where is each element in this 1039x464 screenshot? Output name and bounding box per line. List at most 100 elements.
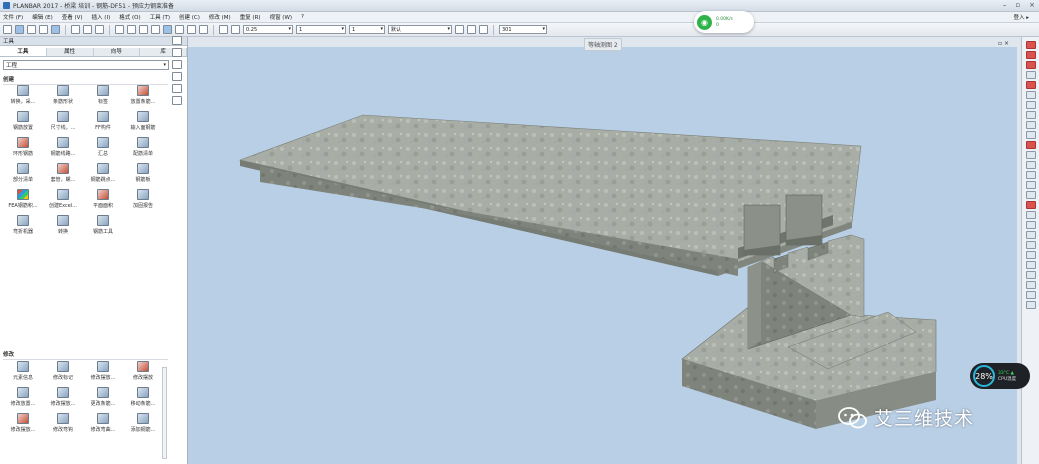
pencil-icon[interactable] [231, 25, 240, 34]
palette-select[interactable]: 工程 [3, 60, 169, 70]
create-tool-18[interactable]: 创建Excel... [43, 189, 83, 212]
create-tool-8[interactable]: 输入面钢筋 [123, 111, 163, 134]
break-icon[interactable] [1025, 181, 1036, 189]
modify-tool-1[interactable]: 元素信息 [3, 361, 43, 384]
mirror-icon[interactable] [1025, 121, 1036, 129]
create-tool-15[interactable]: 钢筋跳点... [83, 163, 123, 186]
create-tool-2[interactable]: 条筋形状 [43, 85, 83, 108]
array-icon[interactable] [1025, 131, 1036, 139]
line-type-select[interactable]: 1 [296, 25, 346, 34]
create-tool-19[interactable]: 平面面积 [83, 189, 123, 212]
modify-tool-8[interactable]: 移动条筋... [123, 387, 163, 410]
3d-viewport[interactable]: 等轴测图 2 ▫ × [188, 38, 1017, 464]
chamfer-icon[interactable] [1025, 171, 1036, 179]
eraser-icon[interactable] [1025, 41, 1036, 49]
color-select[interactable]: 1 [349, 25, 385, 34]
line-tool-icon[interactable] [1025, 51, 1036, 59]
undo-icon[interactable] [83, 25, 92, 34]
redo-icon[interactable] [95, 25, 104, 34]
create-tool-7[interactable]: FF构件 [83, 111, 123, 134]
angle-icon[interactable] [1025, 231, 1036, 239]
menu-view[interactable]: 查看 (V) [62, 13, 83, 21]
grid-icon[interactable] [175, 25, 184, 34]
create-tool-11[interactable]: 汇总 [83, 137, 123, 160]
panel-view-icon[interactable] [172, 36, 182, 45]
stretch-icon[interactable] [1025, 141, 1036, 149]
parallel-icon[interactable] [1025, 71, 1036, 79]
delete-element-icon[interactable] [1025, 201, 1036, 209]
modify-tool-11[interactable]: 修改弯曲... [83, 413, 123, 436]
snap-icon[interactable] [187, 25, 196, 34]
create-tool-5[interactable]: 钢筋放置 [3, 111, 43, 134]
close-button[interactable]: × [1029, 1, 1035, 9]
filter-icon[interactable] [467, 25, 476, 34]
copy-icon[interactable] [127, 25, 136, 34]
menu-format[interactable]: 格式 (O) [119, 13, 140, 21]
create-tool-4[interactable]: 放置条筋... [123, 85, 163, 108]
move-icon[interactable] [39, 25, 48, 34]
create-tool-14[interactable]: 套管，螺... [43, 163, 83, 186]
menu-window[interactable]: 视窗 (W) [270, 13, 292, 21]
viewport-window-controls[interactable]: ▫ × [998, 40, 1009, 47]
fillet-icon[interactable] [1025, 161, 1036, 169]
menu-help[interactable]: ? [301, 14, 304, 20]
pen-icon[interactable] [219, 25, 228, 34]
new-file-icon[interactable] [3, 25, 12, 34]
modify-tool-10[interactable]: 修改弯钩 [43, 413, 83, 436]
tab-wizard[interactable]: 向导 [93, 48, 141, 56]
layer-settings-icon[interactable] [455, 25, 464, 34]
layer-select[interactable]: 默认 [388, 25, 452, 34]
menu-tools[interactable]: 工具 (T) [150, 13, 170, 21]
modify-tool-6[interactable]: 修改摆放... [43, 387, 83, 410]
create-tool-12[interactable]: 配筋清单 [123, 137, 163, 160]
create-tool-10[interactable]: 钢筋线路... [43, 137, 83, 160]
zoom-icon[interactable] [199, 25, 208, 34]
panel-details-icon[interactable] [172, 60, 182, 69]
modify-tool-7[interactable]: 更改条筋... [83, 387, 123, 410]
modify-scrollbar[interactable] [162, 367, 167, 459]
paste-icon[interactable] [139, 25, 148, 34]
create-tool-23[interactable]: 钢筋工具 [83, 215, 123, 238]
create-tool-1[interactable]: 转换，采... [3, 85, 43, 108]
panel-settings-icon[interactable] [172, 84, 182, 93]
menu-create[interactable]: 创建 (C) [179, 13, 200, 21]
offset-icon[interactable] [1025, 111, 1036, 119]
create-tool-13[interactable]: 部分清单 [3, 163, 43, 186]
cpu-monitor-widget[interactable]: 28% 33°C ▲ CPU温度 [970, 363, 1030, 389]
tab-properties[interactable]: 属性 [46, 48, 94, 56]
text-icon[interactable] [1025, 251, 1036, 259]
modify-tool-4[interactable]: 修改摆放 [123, 361, 163, 384]
maximize-button[interactable]: ▫ [1015, 1, 1020, 9]
menu-modify[interactable]: 修改 (M) [209, 13, 231, 21]
create-tool-17[interactable]: FEA钢筋积... [3, 189, 43, 212]
create-tool-21[interactable]: 弯折机器 [3, 215, 43, 238]
modify-tool-12[interactable]: 添加钢筋... [123, 413, 163, 436]
filter-down-icon[interactable] [1025, 291, 1036, 299]
menu-insert[interactable]: 插入 (I) [92, 13, 111, 21]
dimension-line-icon[interactable] [1025, 261, 1036, 269]
create-tool-9[interactable]: 环形钢筋 [3, 137, 43, 160]
menu-file[interactable]: 文件 (F) [3, 13, 23, 21]
panel-list-icon[interactable] [172, 48, 182, 57]
distance-icon[interactable] [1025, 221, 1036, 229]
panel-filter-icon[interactable] [172, 96, 182, 105]
join-icon[interactable] [1025, 191, 1036, 199]
scale-icon[interactable] [1025, 151, 1036, 159]
tab-tools[interactable]: 工具 [0, 48, 47, 56]
create-tool-3[interactable]: 标签 [83, 85, 123, 108]
print-icon[interactable] [51, 25, 60, 34]
create-tool-6[interactable]: 尺寸线，... [43, 111, 83, 134]
arc-tool-icon[interactable] [1025, 61, 1036, 69]
hatch-select[interactable]: 301 [499, 25, 547, 34]
panel-refresh-icon[interactable] [172, 72, 182, 81]
create-tool-16[interactable]: 钢筋板 [123, 163, 163, 186]
network-monitor-widget[interactable]: ◉ 0.00K/s 0 [694, 11, 754, 33]
hatch-icon[interactable] [1025, 271, 1036, 279]
preview-icon[interactable] [71, 25, 80, 34]
measure-icon[interactable] [1025, 211, 1036, 219]
modify-tool-9[interactable]: 修改摆放... [3, 413, 43, 436]
minimize-button[interactable]: – [1003, 1, 1007, 9]
visibility-icon[interactable] [479, 25, 488, 34]
settings-icon[interactable] [1025, 301, 1036, 309]
modify-tool-2[interactable]: 修改标记 [43, 361, 83, 384]
